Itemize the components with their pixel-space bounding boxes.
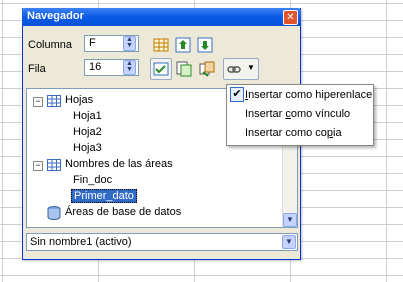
tree-node-hojas[interactable]: Hojas — [65, 94, 93, 106]
data-range-icon[interactable] — [153, 37, 169, 53]
end-icon[interactable] — [197, 37, 213, 53]
tree-node-db[interactable]: Áreas de base de datos — [65, 206, 181, 218]
database-icon — [47, 206, 61, 220]
drag-mode-icon[interactable] — [199, 61, 215, 77]
checkmark-icon: ✔ — [230, 87, 244, 102]
column-label: Columna — [28, 39, 73, 51]
collapse-icon[interactable]: − — [33, 161, 43, 171]
collapse-icon[interactable]: − — [33, 97, 43, 107]
toggle-icon — [153, 62, 169, 76]
row-value: 16 — [89, 61, 102, 73]
column-value: F — [89, 37, 96, 49]
tree-item-area-selected[interactable]: Primer_dato — [71, 189, 137, 203]
column-spinner[interactable]: ▲ ▼ — [123, 36, 136, 51]
close-button[interactable]: ✕ — [283, 10, 298, 25]
window-title: Navegador — [27, 10, 84, 22]
menu-item-insert-hyperlink[interactable]: ✔ Insertar como hiperenlace — [227, 86, 373, 104]
row-label: Fila — [28, 63, 46, 75]
drag-mode-dropdown-button[interactable]: ▼ — [223, 58, 259, 80]
title-bar[interactable]: Navegador ✕ — [22, 8, 301, 26]
row-spinner[interactable]: ▲ ▼ — [123, 60, 136, 75]
sheet-icon — [47, 95, 61, 107]
toggle-button[interactable] — [150, 58, 172, 80]
start-icon[interactable] — [175, 37, 191, 53]
tree-item-sheet[interactable]: Hoja3 — [73, 142, 102, 154]
drag-mode-menu: ✔ Insertar como hiperenlace Insertar com… — [226, 84, 374, 146]
chevron-down-icon: ▼ — [247, 63, 255, 72]
chevron-down-icon[interactable]: ▼ — [282, 235, 296, 249]
tree-node-areas[interactable]: Nombres de las áreas — [65, 158, 173, 170]
menu-item-insert-link[interactable]: Insertar como vínculo — [227, 105, 373, 123]
range-names-icon — [47, 159, 61, 171]
tree-item-area[interactable]: Fin_doc — [73, 174, 112, 186]
hyperlink-icon — [227, 66, 241, 73]
close-icon: ✕ — [286, 12, 295, 23]
tree-item-sheet[interactable]: Hoja1 — [73, 110, 102, 122]
tree-item-sheet[interactable]: Hoja2 — [73, 126, 102, 138]
menu-item-insert-copy[interactable]: Insertar como copia — [227, 124, 373, 142]
scroll-down-button[interactable]: ▼ — [283, 213, 297, 227]
scenarios-icon[interactable] — [176, 61, 192, 77]
document-select[interactable]: Sin nombre1 (activo) ▼ — [26, 233, 298, 251]
document-select-value: Sin nombre1 (activo) — [30, 236, 132, 248]
